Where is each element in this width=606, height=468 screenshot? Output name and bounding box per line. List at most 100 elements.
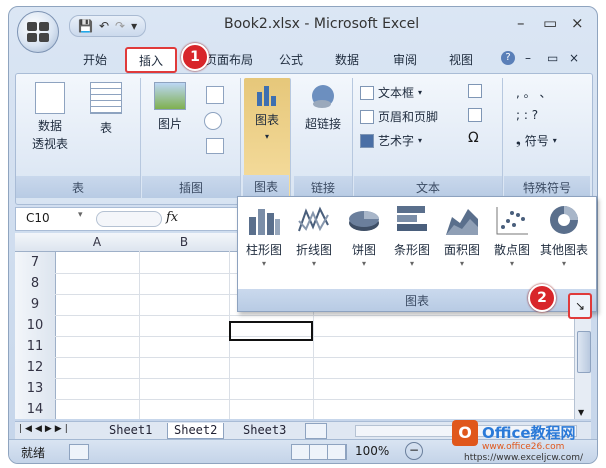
select-all-corner[interactable] [15, 233, 56, 252]
chart-label: 图表 [254, 113, 279, 127]
help-icon[interactable]: ? [501, 51, 515, 65]
textbox-button[interactable]: 文本框 ▾ [360, 84, 422, 101]
ribbon-minimize-button[interactable]: – [525, 51, 531, 65]
picture-button[interactable]: 图片 [150, 82, 190, 135]
chart-dialog-launcher[interactable]: ↘ [568, 293, 592, 319]
tab-home[interactable]: 开始 [83, 51, 107, 68]
row-header-12[interactable]: 12 [15, 357, 56, 379]
chart-type-pie[interactable]: 饼图 ▾ [340, 203, 388, 268]
tab-data[interactable]: 数据 [335, 51, 359, 68]
sheet-nav-icons[interactable]: |◀◀▶▶| [19, 424, 71, 434]
minimize-button[interactable]: – [517, 14, 525, 32]
chart-type-other[interactable]: 其他图表 ▾ [536, 203, 592, 268]
redo-icon[interactable]: ↷ [115, 19, 125, 33]
column-header-a[interactable]: A [55, 233, 140, 252]
chart-type-area[interactable]: 面积图 ▾ [438, 203, 486, 268]
chart-type-column[interactable]: 柱形图 ▾ [240, 203, 288, 268]
undo-icon[interactable]: ↶ [99, 19, 109, 33]
signature-icon[interactable] [468, 84, 482, 98]
tab-view[interactable]: 视图 [449, 51, 473, 68]
maximize-button[interactable]: ▭ [543, 14, 557, 32]
tab-review[interactable]: 审阅 [393, 51, 417, 68]
selected-cell[interactable] [229, 321, 313, 341]
omega-icon[interactable]: Ω [468, 130, 479, 146]
row-header-11[interactable]: 11 [15, 336, 56, 358]
chart-type-line[interactable]: 折线图 ▾ [290, 203, 338, 268]
clipart-icon[interactable] [206, 86, 224, 104]
symbol-label: 符号 [524, 134, 549, 148]
table-icon [90, 82, 122, 114]
header-footer-label: 页眉和页脚 [378, 110, 439, 124]
sheet-tab-3[interactable]: Sheet3 [237, 423, 292, 438]
chart-type-scatter[interactable]: 散点图 ▾ [488, 203, 536, 268]
column-header-b[interactable]: B [139, 233, 230, 252]
save-icon[interactable]: 💾 [78, 19, 93, 33]
formula-bar-slider[interactable] [96, 211, 162, 227]
dropdown-arrow-icon: ▾ [561, 259, 566, 268]
pivot-table-button[interactable]: 数据 透视表 [24, 82, 76, 153]
group-text-label: 文本 [354, 176, 502, 198]
pivot-table-icon [35, 82, 65, 114]
watermark-sub: www.office26.com [482, 442, 565, 452]
quick-access-toolbar: 💾 ↶ ↷ ▾ [69, 15, 147, 37]
row-header-9[interactable]: 9 [15, 294, 56, 316]
scroll-thumb[interactable] [577, 331, 591, 373]
row-header-8[interactable]: 8 [15, 273, 56, 295]
group-tables: 数据 透视表 表 表 [16, 78, 141, 198]
punctuation-row-2[interactable]: ; : ? [516, 108, 538, 122]
fx-icon[interactable]: fx [166, 210, 178, 225]
close-button[interactable]: × [571, 14, 584, 32]
view-buttons[interactable] [291, 444, 347, 460]
chart-type-bar[interactable]: 条形图 ▾ [388, 203, 436, 268]
line-chart-icon [298, 206, 329, 232]
tab-page-layout[interactable]: 页面布局 [205, 51, 253, 68]
sheet-tab-2[interactable]: Sheet2 [167, 423, 225, 439]
office-brand-logo-icon: O [452, 420, 478, 446]
row-header-7[interactable]: 7 [15, 252, 56, 274]
hyperlink-button[interactable]: 超链接 [298, 82, 348, 132]
office-button[interactable] [17, 11, 59, 53]
scroll-down-icon[interactable]: ▼ [578, 408, 584, 417]
name-box[interactable]: C10 [20, 210, 86, 226]
tab-formulas[interactable]: 公式 [279, 51, 303, 68]
doughnut-chart-icon [550, 206, 578, 234]
symbol-icon: ❟ [516, 133, 521, 147]
step-2-badge: 2 [528, 284, 556, 312]
macro-record-icon[interactable] [69, 444, 89, 460]
wordart-button[interactable]: 艺术字 ▾ [360, 132, 422, 149]
table-button[interactable]: 表 [84, 82, 128, 139]
zoom-level[interactable]: 100% [355, 444, 389, 458]
insert-sheet-icon[interactable] [305, 423, 327, 439]
chart-icon [257, 86, 276, 106]
row-header-13[interactable]: 13 [15, 378, 56, 400]
pivot-table-label: 数据 透视表 [31, 119, 68, 151]
customize-qat-icon[interactable]: ▾ [131, 19, 137, 33]
sheet-tab-1[interactable]: Sheet1 [103, 423, 158, 438]
row-header-10[interactable]: 10 [15, 315, 56, 337]
group-charts-label: 图表 [243, 175, 289, 197]
punctuation-row-1[interactable]: , 。 、 [516, 84, 551, 101]
shapes-icon[interactable] [204, 112, 222, 130]
header-footer-button[interactable]: 页眉和页脚 [360, 108, 438, 125]
chart-button[interactable]: 图表 ▾ [248, 82, 286, 142]
bar-chart-icon [397, 206, 427, 231]
grid-line [55, 378, 585, 379]
symbol-button[interactable]: ❟ 符号 ▾ [516, 132, 557, 149]
name-box-dropdown-icon[interactable]: ▾ [78, 210, 83, 220]
zoom-out-icon[interactable]: − [405, 442, 423, 460]
dropdown-arrow-icon: ▾ [459, 259, 464, 268]
header-footer-icon [360, 109, 374, 124]
chart-dropdown-icon: ▾ [264, 132, 269, 141]
smartart-icon[interactable] [206, 138, 224, 154]
object-icon[interactable] [468, 108, 482, 122]
row-header-14[interactable]: 14 [15, 399, 56, 419]
grid-line [55, 357, 585, 358]
dropdown-arrow-icon: ▾ [261, 259, 266, 268]
wordart-icon [360, 133, 374, 148]
tab-insert[interactable]: 插入 [125, 47, 177, 73]
ribbon-restore-button[interactable]: ▭ [547, 51, 558, 65]
group-symbols: , 。 、 ; : ? ❟ 符号 ▾ 特殊符号 [504, 78, 590, 198]
grid-line [55, 399, 585, 400]
grid-line [139, 251, 140, 419]
ribbon-close-button[interactable]: × [569, 51, 579, 65]
